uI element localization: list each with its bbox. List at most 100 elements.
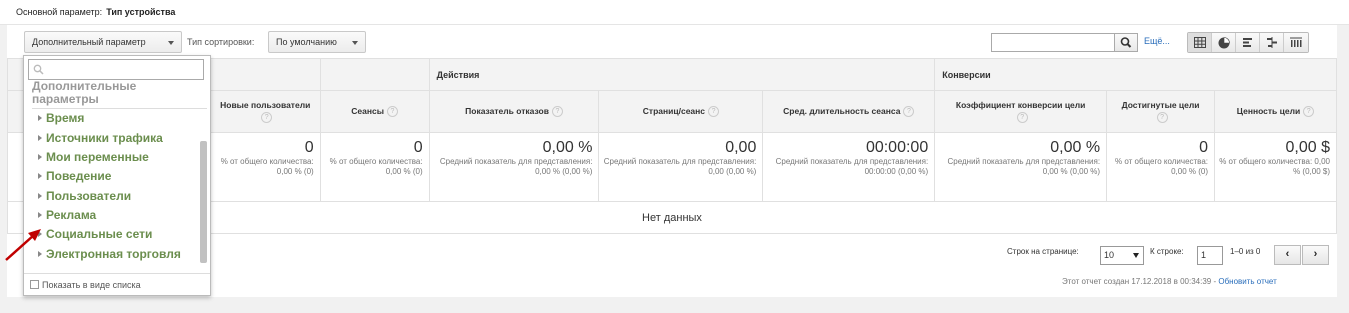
dimension-category-label: Социальные сети xyxy=(46,227,153,241)
totals-cell: 0% от общего количества: 0,00 % (0) xyxy=(209,132,321,202)
column-header-goal-conversion-rate[interactable]: Коэффициент конверсии цели? xyxy=(934,90,1108,133)
chevron-down-icon xyxy=(1133,253,1139,258)
pie-view-button[interactable] xyxy=(1212,33,1236,52)
search-button[interactable] xyxy=(1114,33,1138,52)
pagination-range: 1–0 из 0 xyxy=(1230,247,1261,256)
show-as-list-checkbox[interactable] xyxy=(30,280,39,290)
dimension-category-label: Электронная торговля xyxy=(46,247,181,261)
dimension-list: Дополнительные параметры Время Источники… xyxy=(24,80,212,270)
dimension-category-social[interactable]: Социальные сети xyxy=(38,227,152,241)
comparison-view-icon xyxy=(1266,37,1277,48)
column-label: Новые пользователи xyxy=(220,100,311,111)
primary-dimension: Основной параметр: Тип устройства xyxy=(16,7,175,17)
table-search-input[interactable] xyxy=(991,33,1115,52)
column-header-sessions[interactable]: Сеансы? xyxy=(319,90,430,133)
secondary-dimension-dropdown: Дополнительные параметры Время Источники… xyxy=(23,55,211,296)
dimension-category-label: Мои переменные xyxy=(46,150,149,164)
expand-triangle-icon xyxy=(38,172,42,179)
pivot-view-button[interactable] xyxy=(1284,33,1308,52)
totals-cell: 00:00:00 Средний показатель для представл… xyxy=(762,132,936,202)
rows-per-page-label: Строк на странице: xyxy=(1007,247,1079,256)
table-view-icon xyxy=(1193,37,1206,48)
pivot-view-icon xyxy=(1290,37,1302,47)
table-controls: Дополнительный параметр Тип сортировки: … xyxy=(7,25,1337,58)
help-icon[interactable]: ? xyxy=(551,106,563,118)
help-icon[interactable]: ? xyxy=(1016,111,1028,123)
column-header-goal-value[interactable]: Ценность цели? xyxy=(1214,90,1337,133)
expand-triangle-icon xyxy=(38,211,42,218)
dimension-category-users[interactable]: Пользователи xyxy=(38,189,131,203)
column-label: Коэффициент конверсии цели xyxy=(955,100,1086,111)
column-header-new-users[interactable]: Новые пользователи? xyxy=(209,90,321,133)
comparison-view-button[interactable] xyxy=(1260,33,1284,52)
column-label: Ценность цели xyxy=(1236,105,1301,116)
group-header-acquisition-cont xyxy=(319,58,430,91)
group-header-conversions: Конверсии xyxy=(934,58,1337,91)
help-icon[interactable]: ? xyxy=(708,106,720,118)
dimension-category-time[interactable]: Время xyxy=(38,111,84,125)
dropdown-scrollbar[interactable] xyxy=(200,141,207,263)
dimension-search-input[interactable] xyxy=(28,59,204,80)
view-switcher xyxy=(1187,32,1309,53)
dimension-list-heading: Дополнительные параметры xyxy=(32,80,137,106)
dimension-category-ecommerce[interactable]: Электронная торговля xyxy=(38,247,181,261)
totals-cell: 0,00 $% от общего количества: 0,00 % (0,… xyxy=(1214,132,1337,202)
totals-cell: 0% от общего количества: 0,00 % (0) xyxy=(1106,132,1216,202)
total-value: 0 xyxy=(413,139,423,156)
advanced-filter-link[interactable]: Ещё... xyxy=(1144,36,1170,46)
column-header-goal-completions[interactable]: Достигнутые цели? xyxy=(1106,90,1216,133)
dimension-category-traffic-sources[interactable]: Источники трафика xyxy=(38,131,163,145)
dimension-category-behavior[interactable]: Поведение xyxy=(38,169,111,183)
dimension-category-custom-variables[interactable]: Мои переменные xyxy=(38,150,149,164)
search-icon xyxy=(33,64,44,75)
pie-view-icon xyxy=(1218,36,1230,48)
table-view-button[interactable] xyxy=(1188,33,1212,52)
total-subtext: % от общего количества: 0,00 % (0,00 $) xyxy=(1219,157,1330,176)
divider xyxy=(32,108,207,109)
next-page-button[interactable]: › xyxy=(1302,245,1329,265)
column-label: Сеансы xyxy=(351,105,384,116)
dimension-category-label: Реклама xyxy=(46,208,97,222)
goto-row-input[interactable]: 1 xyxy=(1197,246,1223,265)
goto-row-label: К строке: xyxy=(1150,247,1184,256)
total-subtext: % от общего количества: 0,00 % (0) xyxy=(220,157,314,176)
column-header-avg-session-duration[interactable]: Сред. длительность сеанса? xyxy=(762,90,936,133)
dimension-category-advertising[interactable]: Реклама xyxy=(38,208,96,222)
help-icon[interactable]: ? xyxy=(1303,106,1315,118)
prev-page-button[interactable]: ‹ xyxy=(1274,245,1301,265)
rows-per-page-select[interactable]: 10 xyxy=(1100,246,1144,265)
expand-triangle-icon xyxy=(38,134,42,141)
expand-triangle-icon xyxy=(38,114,42,121)
dimension-category-label: Пользователи xyxy=(46,189,132,203)
total-subtext: % от общего количества: 0,00 % (0) xyxy=(1115,157,1209,176)
group-header-acquisition-cont xyxy=(209,58,321,91)
refresh-report-link[interactable]: Обновить отчет xyxy=(1218,277,1276,286)
sort-type-select[interactable]: По умолчанию xyxy=(268,31,366,53)
totals-cell: 0% от общего количества: 0,00 % (0) xyxy=(319,132,430,202)
primary-dimension-label: Основной параметр: xyxy=(16,7,103,17)
total-subtext: Средний показатель для представления: 0,… xyxy=(439,157,593,176)
help-icon[interactable]: ? xyxy=(387,106,398,118)
performance-view-button[interactable] xyxy=(1236,33,1260,52)
total-subtext: Средний показатель для представления: 0,… xyxy=(603,157,757,176)
column-header-bounce-rate[interactable]: Показатель отказов? xyxy=(428,90,600,133)
total-subtext: % от общего количества: 0,00 % (0) xyxy=(329,157,423,176)
totals-cell: 0,00 % Средний показатель для представлен… xyxy=(934,132,1108,202)
total-value: 0,00 xyxy=(725,139,757,156)
column-label: Сред. длительность сеанса xyxy=(783,105,901,116)
help-icon[interactable]: ? xyxy=(1156,111,1168,123)
dimension-category-label: Время xyxy=(46,111,85,125)
total-subtext: Средний показатель для представления: 00… xyxy=(775,157,929,176)
secondary-dimension-button[interactable]: Дополнительный параметр xyxy=(24,31,182,53)
annotation-arrow-icon xyxy=(5,229,41,261)
totals-cell: 0,00 % Средний показатель для представлен… xyxy=(428,132,600,202)
column-header-pages-per-session[interactable]: Страниц/сеанс? xyxy=(598,90,764,133)
primary-dimension-value[interactable]: Тип устройства xyxy=(106,7,175,17)
help-icon[interactable]: ? xyxy=(903,106,915,118)
help-icon[interactable]: ? xyxy=(261,111,273,123)
totals-cell: 0,00 Средний показатель для представления… xyxy=(598,132,764,202)
column-label: Показатель отказов xyxy=(465,105,549,116)
show-as-list-label: Показать в виде списка xyxy=(42,280,141,290)
expand-triangle-icon xyxy=(38,153,42,160)
show-as-list-option[interactable]: Показать в виде списка xyxy=(24,273,210,295)
